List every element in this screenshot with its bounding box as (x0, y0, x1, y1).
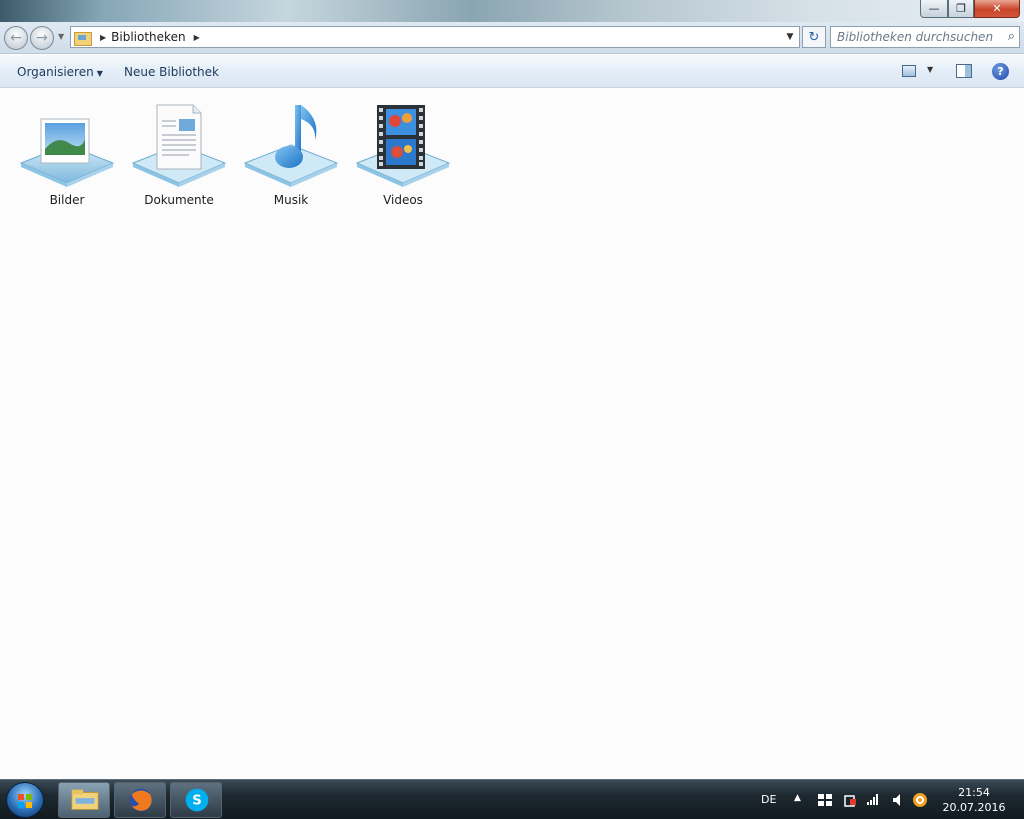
library-label: Musik (273, 193, 309, 207)
back-button[interactable]: ← (4, 26, 28, 50)
clock-date: 20.07.2016 (942, 801, 1006, 814)
skype-icon: S (185, 788, 209, 812)
command-toolbar: Organisieren ▼ Neue Bibliothek ▼ ? (0, 55, 1024, 88)
library-label: Videos (383, 193, 423, 207)
library-item-music[interactable]: Musik (241, 99, 341, 219)
arrow-right-icon: → (36, 30, 48, 46)
organize-label: Organisieren (17, 65, 94, 79)
recent-pages-dropdown[interactable]: ▼ (58, 32, 64, 41)
show-hidden-icons-icon[interactable]: ▲ (794, 793, 801, 803)
svg-text:S: S (192, 794, 202, 809)
maximize-button[interactable]: ❐ (948, 0, 974, 18)
library-label: Bilder (49, 193, 85, 207)
close-button[interactable]: ✕ (974, 0, 1020, 18)
address-bar[interactable]: ▶ Bibliotheken ▶ ▼ (70, 26, 800, 48)
libraries-content-area[interactable]: Bilder Dokumente Musik Videos (0, 89, 1024, 779)
breadcrumb-separator-icon[interactable]: ▶ (100, 33, 106, 42)
library-item-documents[interactable]: Dokumente (129, 99, 229, 219)
new-library-button[interactable]: Neue Bibliothek (124, 65, 219, 79)
system-clock[interactable]: 21:54 20.07.2016 (940, 785, 1008, 815)
breadcrumb-libraries[interactable]: Bibliotheken (111, 30, 185, 44)
window-controls: — ❐ ✕ (920, 0, 1020, 19)
change-view-icon[interactable] (902, 65, 916, 77)
minimize-button[interactable]: — (920, 0, 948, 18)
search-input[interactable]: Bibliotheken durchsuchen ⌕ (830, 26, 1020, 48)
navigation-bar: ← → ▼ ▶ Bibliotheken ▶ ▼ ↻ Bibliotheken … (0, 22, 1024, 54)
taskbar: S DE ▲ 21:54 20.07.2016 (0, 779, 1024, 819)
notification-app-icon[interactable] (912, 792, 928, 808)
preview-pane-icon[interactable] (956, 64, 972, 78)
organize-button[interactable]: Organisieren ▼ (17, 65, 103, 79)
taskbar-explorer-button[interactable] (58, 782, 110, 818)
firefox-icon (129, 788, 153, 812)
music-library-icon (243, 105, 339, 187)
address-history-dropdown[interactable]: ▼ (783, 29, 797, 45)
network-signal-icon[interactable] (866, 793, 880, 805)
library-item-pictures[interactable]: Bilder (17, 99, 117, 219)
help-icon[interactable]: ? (992, 63, 1009, 80)
library-item-videos[interactable]: Videos (353, 99, 453, 219)
refresh-icon: ↻ (808, 29, 820, 45)
search-placeholder: Bibliotheken durchsuchen (837, 30, 994, 44)
taskbar-skype-button[interactable]: S (170, 782, 222, 818)
pictures-library-icon (19, 118, 115, 187)
chevron-down-icon: ▼ (96, 69, 103, 78)
documents-library-icon (131, 104, 227, 187)
libraries-folder-icon (74, 30, 92, 46)
view-options-dropdown[interactable]: ▼ (927, 65, 933, 74)
taskbar-firefox-button[interactable] (114, 782, 166, 818)
language-indicator[interactable]: DE (761, 793, 776, 806)
search-icon[interactable]: ⌕ (1008, 29, 1015, 44)
clock-time: 21:54 (958, 786, 990, 799)
forward-button[interactable]: → (30, 26, 54, 50)
library-label: Dokumente (144, 193, 214, 207)
start-button[interactable] (6, 782, 44, 818)
action-center-icon[interactable] (817, 793, 833, 807)
arrow-left-icon: ← (10, 30, 22, 46)
refresh-button[interactable]: ↻ (802, 26, 826, 48)
videos-library-icon (355, 105, 451, 187)
breadcrumb-chevron-icon[interactable]: ▶ (194, 33, 200, 42)
volume-icon[interactable] (891, 793, 903, 807)
folder-icon (71, 789, 99, 810)
power-icon[interactable] (842, 792, 858, 808)
window-titlebar[interactable]: — ❐ ✕ (0, 0, 1024, 22)
windows-logo-icon (18, 794, 32, 808)
